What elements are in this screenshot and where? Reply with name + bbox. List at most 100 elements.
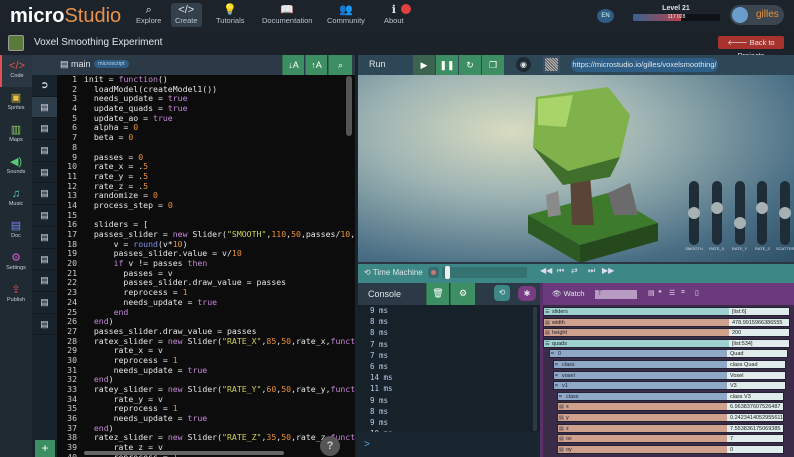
console-scrollbar[interactable] xyxy=(533,307,537,431)
file-icon[interactable]: ▤ xyxy=(32,292,57,314)
file-icon[interactable]: ▤ xyxy=(32,314,57,336)
slider-thumb[interactable] xyxy=(779,207,792,219)
string-filter-icon[interactable]: ❝ xyxy=(658,289,662,297)
watch-row[interactable]: ▤ y 0.24234140529556114 xyxy=(557,413,784,422)
back-to-projects-button[interactable]: 🡐 Back to Projects xyxy=(718,36,784,60)
watch-row[interactable]: ⌗ v1 V3 xyxy=(553,381,786,391)
watch-row[interactable]: ▤ x 6.963837607526487 xyxy=(557,402,784,412)
game-view[interactable] xyxy=(358,75,794,263)
watch-value: 6.963837607526487 xyxy=(727,403,783,411)
nav-explore[interactable]: ⌕ Explore xyxy=(132,3,165,27)
watch-row[interactable]: ⌗ voxel Voxel xyxy=(553,370,786,380)
sidebar-item-code[interactable]: </> Code xyxy=(0,55,32,87)
slider-thumb[interactable] xyxy=(710,201,723,214)
watch-num-icon: ▤ xyxy=(545,319,550,326)
editor-scrollbar[interactable] xyxy=(346,76,352,136)
watch-row[interactable]: ☰ sliders [list:6] xyxy=(543,307,790,316)
code-editor[interactable]: 1 2 3 4 5 6 7 8 9 10 11 12 13 14 15 16 17 18 19 20 21 22 23 24 2… xyxy=(57,75,355,457)
time-machine-toggle[interactable]: ⟲ xyxy=(494,285,510,301)
watch-row[interactable]: ▤ height 200 xyxy=(543,328,790,338)
time-machine-slider[interactable] xyxy=(442,267,527,278)
file-tab[interactable]: ▤ main xyxy=(60,59,91,70)
collapse-files-button[interactable]: ➲ xyxy=(32,75,57,97)
nav-community[interactable]: 👥 Community xyxy=(323,3,369,27)
file-icon[interactable]: ▤ xyxy=(32,96,57,119)
step-forward-icon[interactable]: ⏭ xyxy=(588,266,595,276)
file-icon[interactable]: ▤ xyxy=(32,205,57,227)
project-url-link[interactable]: https://microstudio.io/gilles/voxelsmoot… xyxy=(571,58,718,72)
sidebar-item-doc[interactable]: ▤ Doc xyxy=(0,215,32,247)
step-back-icon[interactable]: ⏮ xyxy=(557,266,564,276)
user-menu[interactable]: gilles xyxy=(730,5,784,25)
nav-create[interactable]: </> Create xyxy=(171,3,202,27)
rewind-icon[interactable]: ◀◀ xyxy=(540,266,552,275)
camera-icon[interactable]: ◉ xyxy=(516,57,531,72)
detach-button[interactable]: ❐ xyxy=(482,55,504,75)
slider-thumb[interactable] xyxy=(756,201,769,214)
nav-documentation[interactable]: 📖 Documentation xyxy=(258,3,316,27)
slider-rate_z[interactable] xyxy=(756,181,769,245)
language-button[interactable]: EN xyxy=(597,9,614,23)
file-icon[interactable]: ▤ xyxy=(32,183,57,206)
nav-tutorials[interactable]: 💡 Tutorials xyxy=(212,3,248,27)
fast-forward-icon[interactable]: ▶▶ xyxy=(602,266,614,275)
loop-icon[interactable]: ⇄ xyxy=(571,266,578,275)
reload-button[interactable]: ↻ xyxy=(459,55,481,75)
slider-thumb[interactable] xyxy=(688,207,700,219)
sidebar-item-sprites[interactable]: ▣ Sprites xyxy=(0,87,32,119)
pause-button[interactable]: ❚❚ xyxy=(436,55,458,75)
slider-smooth[interactable] xyxy=(688,181,700,245)
play-button[interactable]: ▶ xyxy=(413,55,435,75)
watch-row[interactable]: ▤ width 478.9915966386555 xyxy=(543,317,790,327)
sidebar-item-music[interactable]: ♫ Music xyxy=(0,183,32,215)
function-filter-icon[interactable]: ▯ xyxy=(695,289,699,297)
file-icon[interactable]: ▤ xyxy=(32,227,57,249)
file-icon[interactable]: ▤ xyxy=(32,140,57,162)
code-icon: </> xyxy=(178,4,195,16)
watch-name: height xyxy=(552,330,567,337)
debug-bug-icon[interactable]: ✱ xyxy=(518,286,536,301)
sidebar-item-maps[interactable]: ▥ Maps xyxy=(0,119,32,151)
file-icon[interactable]: ▤ xyxy=(32,162,57,184)
watch-filter-input[interactable]: T xyxy=(595,290,637,299)
watch-row[interactable]: ▤ ox 7 xyxy=(557,434,784,444)
sidebar-item-sounds[interactable]: ◀) Sounds xyxy=(0,151,32,183)
watch-list-icon: ☰ xyxy=(545,309,550,315)
console-label: Console xyxy=(368,289,402,299)
list-filter-icon[interactable]: ☰ xyxy=(669,289,675,297)
number-filter-icon[interactable]: ▤ xyxy=(648,289,655,297)
time-machine-thumb[interactable] xyxy=(444,266,450,279)
sort-down-button[interactable]: ↓A xyxy=(282,55,304,75)
logo[interactable]: microStudio xyxy=(10,5,121,28)
code-line: needs_update = true xyxy=(84,364,208,375)
sidebar-item-publish[interactable]: ⇪ Publish xyxy=(0,279,32,311)
slider-thumb[interactable] xyxy=(733,217,746,230)
editor-hscrollbar[interactable] xyxy=(84,451,284,455)
watch-row[interactable]: ⌗ class class V3 xyxy=(557,391,784,401)
code-text[interactable]: init = function() loadModel(createModel1… xyxy=(84,75,355,457)
watch-row[interactable]: ⌗ class class Quad xyxy=(553,360,786,369)
clear-console-button[interactable]: 🗑 xyxy=(426,283,449,305)
file-icon[interactable]: ▤ xyxy=(32,249,57,271)
add-file-button[interactable]: + xyxy=(35,440,55,457)
file-icon[interactable]: ▤ xyxy=(32,118,57,141)
voxel-tree-scene xyxy=(528,87,658,263)
help-button[interactable]: ? xyxy=(320,436,340,456)
search-button[interactable]: ⌕ xyxy=(328,55,352,75)
watch-row[interactable]: ⌗ 0 Quad xyxy=(549,349,788,359)
record-button[interactable] xyxy=(428,267,439,278)
watch-row[interactable]: ☰ quads [list:534] xyxy=(543,338,790,348)
sidebar-item-settings[interactable]: ⚙ Settings xyxy=(0,247,32,279)
qr-code-icon[interactable] xyxy=(543,56,560,73)
watch-row[interactable]: ▤ oy 0 xyxy=(557,444,784,454)
console-settings-button[interactable]: ⚙ xyxy=(450,283,475,305)
object-filter-icon[interactable]: ⌗ xyxy=(681,289,685,297)
slider-scatter[interactable] xyxy=(779,181,792,245)
slider-rate_x[interactable] xyxy=(710,181,723,245)
sort-up-button[interactable]: ↑A xyxy=(305,55,327,75)
console-input[interactable]: > xyxy=(358,432,540,457)
watch-value: V3 xyxy=(727,382,785,390)
watch-row[interactable]: ▤ z 7.553836175069385 xyxy=(557,423,784,433)
slider-rate_y[interactable] xyxy=(733,181,746,245)
file-icon[interactable]: ▤ xyxy=(32,270,57,292)
